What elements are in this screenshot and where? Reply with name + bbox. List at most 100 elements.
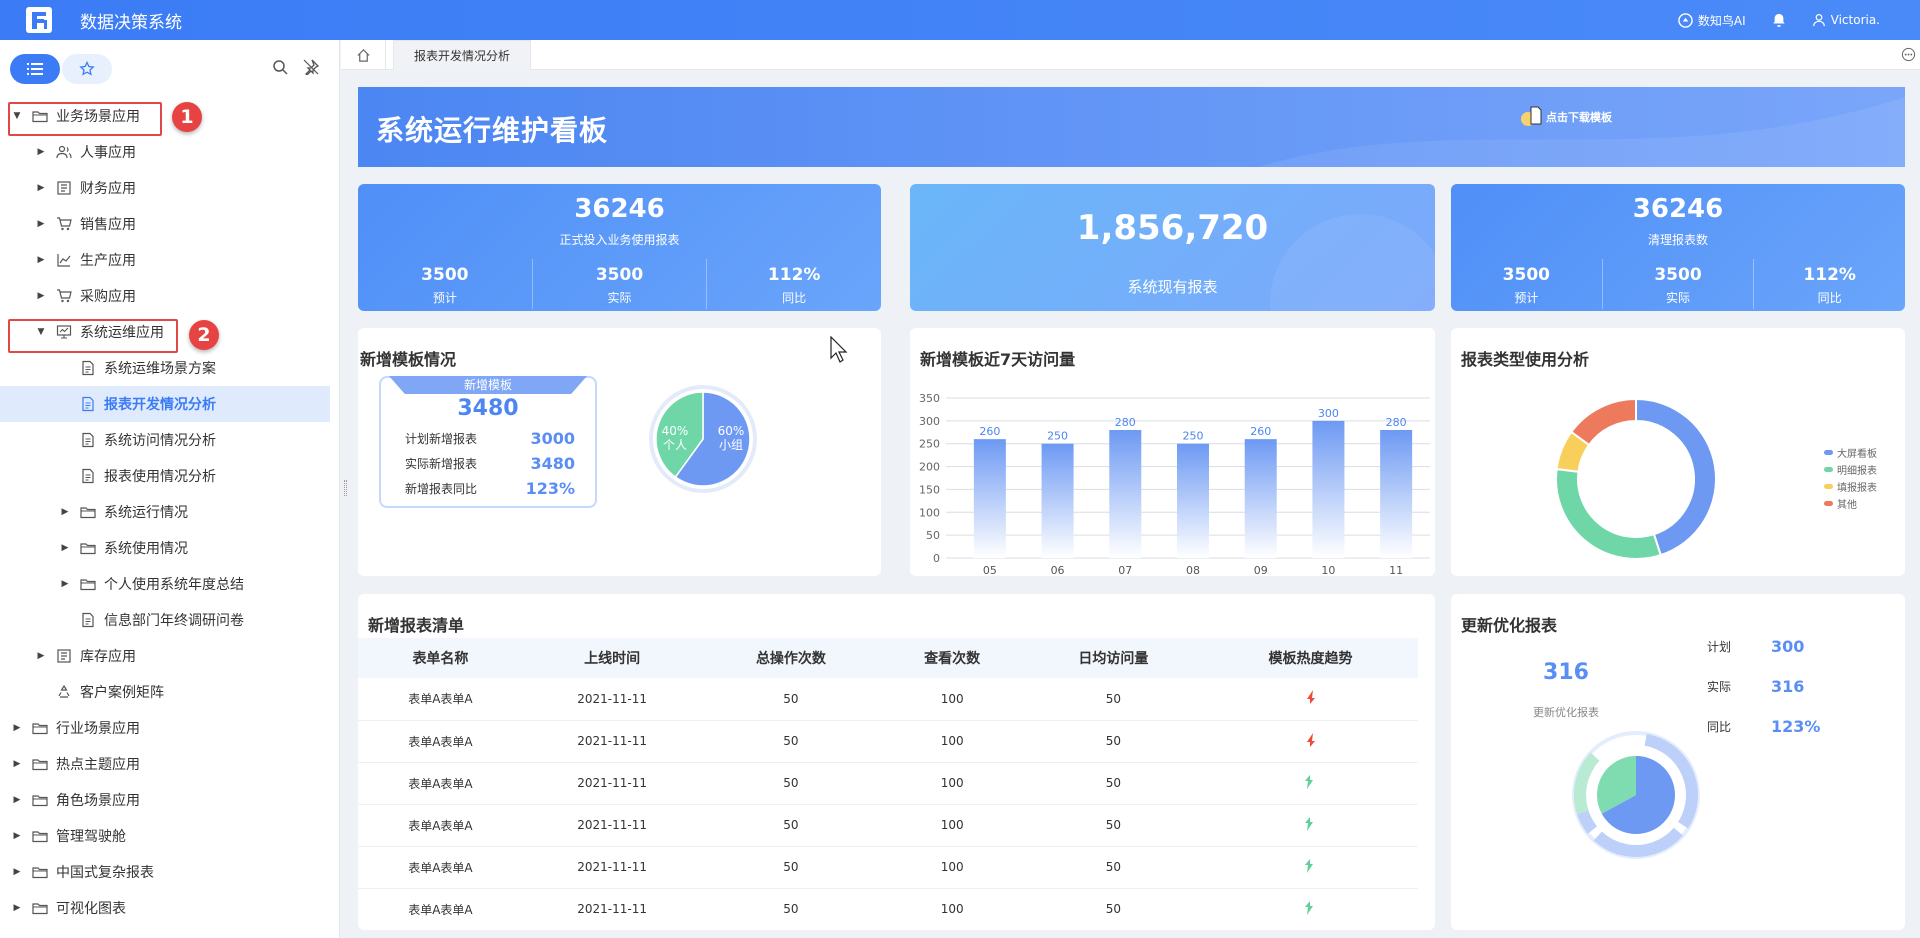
sidebar-item-8[interactable]: 报表开发情况分析 (0, 386, 330, 422)
collapsed-arrow-icon[interactable]: ▶ (12, 723, 22, 733)
download-template-button[interactable]: 点击下载模板 (1520, 105, 1612, 129)
user-menu[interactable]: Victoria. (1812, 13, 1880, 27)
donut-slice[interactable] (1569, 397, 1637, 447)
template-owner-pie: 40%个人 60%小组 (649, 385, 757, 493)
sidebar-item-16[interactable]: 客户案例矩阵 (0, 674, 330, 710)
visits-card: 新增模板近7天访问量 0 50 100 150 200 250 300 350 260 05 250… (910, 328, 1435, 576)
collapsed-arrow-icon[interactable]: ▶ (36, 651, 46, 661)
folder-icon (32, 720, 48, 736)
sidebar-item-15[interactable]: ▶ 库存应用 (0, 638, 330, 674)
highlight-box-1 (8, 102, 162, 136)
user-name: Victoria. (1830, 13, 1880, 27)
table-row[interactable]: 表单A表单A 2021-11-11 50 100 50 (358, 846, 1418, 889)
sidebar-item-13[interactable]: ▶ 个人使用系统年度总结 (0, 566, 330, 602)
legend-item[interactable]: 其他 (1824, 495, 1877, 512)
collapsed-arrow-icon[interactable]: ▶ (60, 507, 70, 517)
cell-views: 100 (880, 888, 1024, 930)
collapsed-arrow-icon[interactable]: ▶ (12, 867, 22, 877)
favorites-tab-button[interactable] (62, 54, 112, 84)
donut-slice[interactable] (1635, 397, 1717, 557)
sidebar-item-label: 热点主题应用 (56, 757, 140, 773)
sidebar-item-22[interactable]: ▶ 可视化图表 (0, 890, 330, 926)
search-icon[interactable] (272, 59, 288, 75)
collapsed-arrow-icon[interactable]: ▶ (12, 795, 22, 805)
table-row[interactable]: 表单A表单A 2021-11-11 50 100 50 (358, 888, 1418, 930)
pin-icon[interactable] (303, 59, 319, 75)
collapsed-arrow-icon[interactable]: ▶ (60, 543, 70, 553)
people-icon (56, 144, 72, 160)
sidebar-item-1[interactable]: ▶ 人事应用 (0, 134, 330, 170)
bar[interactable] (1312, 420, 1345, 558)
update-value: 316 (1543, 660, 1589, 685)
kpi-yoy-label: 同比 (782, 291, 807, 305)
collapsed-arrow-icon[interactable]: ▶ (36, 183, 46, 193)
table-row[interactable]: 表单A表单A 2021-11-11 50 100 50 (358, 804, 1418, 847)
collapsed-arrow-icon[interactable]: ▶ (60, 579, 70, 589)
report-icon (80, 432, 96, 448)
kpi-card-existing-reports: 1,856,720 系统现有报表 (910, 184, 1435, 311)
bar[interactable] (1109, 430, 1142, 558)
sidebar-item-5[interactable]: ▶ 采购应用 (0, 278, 330, 314)
sidebar-item-18[interactable]: ▶ 热点主题应用 (0, 746, 330, 782)
sidebar-item-17[interactable]: ▶ 行业场景应用 (0, 710, 330, 746)
sidebar-item-12[interactable]: ▶ 系统使用情况 (0, 530, 330, 566)
x-tick-label: 09 (1254, 564, 1268, 576)
collapsed-arrow-icon[interactable]: ▶ (12, 759, 22, 769)
table-row[interactable]: 表单A表单A 2021-11-11 50 100 50 (358, 678, 1418, 721)
directory-tab-button[interactable] (10, 54, 60, 84)
app-logo[interactable] (24, 5, 54, 35)
collapsed-arrow-icon[interactable]: ▶ (12, 831, 22, 841)
sidebar-item-19[interactable]: ▶ 角色场景应用 (0, 782, 330, 818)
legend-swatch (1824, 501, 1833, 506)
sidebar-item-7[interactable]: 系统运维场景方案 (0, 350, 330, 386)
folder-icon (32, 900, 48, 916)
notification-button[interactable] (1772, 13, 1786, 27)
report-type-card: 报表类型使用分析 大屏看板 明细报表 填报报表 其他 (1451, 328, 1905, 576)
sidebar-item-label: 角色场景应用 (56, 793, 140, 809)
sidebar-item-label: 可视化图表 (56, 901, 126, 917)
collapsed-arrow-icon[interactable]: ▶ (12, 903, 22, 913)
donut-slice[interactable] (1555, 467, 1662, 560)
sidebar-item-20[interactable]: ▶ 管理驾驶舱 (0, 818, 330, 854)
card-title: 报表类型使用分析 (1461, 350, 1590, 369)
sidebar-item-21[interactable]: ▶ 中国式复杂报表 (0, 854, 330, 890)
legend-item[interactable]: 大屏看板 (1824, 444, 1877, 461)
home-tab[interactable] (341, 40, 386, 70)
sidebar-item-3[interactable]: ▶ 销售应用 (0, 206, 330, 242)
pie-label: 个人 (663, 438, 687, 452)
bar[interactable] (1380, 430, 1413, 558)
collapsed-arrow-icon[interactable]: ▶ (36, 291, 46, 301)
sidebar-item-9[interactable]: 系统访问情况分析 (0, 422, 330, 458)
cell-ops: 50 (701, 762, 881, 805)
bar[interactable] (1244, 439, 1277, 558)
ai-assistant-button[interactable]: 数知鸟AI (1678, 12, 1746, 29)
collapsed-arrow-icon[interactable]: ▶ (36, 255, 46, 265)
tab-report-development[interactable]: 报表开发情况分析 (393, 40, 532, 70)
legend-item[interactable]: 填报报表 (1824, 478, 1877, 495)
x-tick-label: 08 (1186, 564, 1200, 576)
sidebar-item-11[interactable]: ▶ 系统运行情况 (0, 494, 330, 530)
cell-name: 表单A表单A (358, 888, 523, 930)
sidebar-item-2[interactable]: ▶ 财务应用 (0, 170, 330, 206)
sidebar-item-10[interactable]: 报表使用情况分析 (0, 458, 330, 494)
sidebar-item-14[interactable]: 信息部门年终调研问卷 (0, 602, 330, 638)
bar[interactable] (973, 439, 1006, 558)
sidebar-item-label: 人事应用 (80, 145, 136, 161)
more-icon[interactable] (1901, 47, 1916, 62)
sidebar-item-4[interactable]: ▶ 生产应用 (0, 242, 330, 278)
bar[interactable] (1177, 443, 1209, 558)
bar[interactable] (1041, 443, 1074, 558)
table-row[interactable]: 表单A表单A 2021-11-11 50 100 50 (358, 762, 1418, 805)
collapsed-arrow-icon[interactable]: ▶ (36, 219, 46, 229)
x-tick-label: 07 (1118, 564, 1132, 576)
table-row[interactable]: 表单A表单A 2021-11-11 50 100 50 (358, 720, 1418, 763)
dashboard: 系统运行维护看板 点击下载模板 36246 正式投入业务使用报表 3500 预计 … (341, 70, 1920, 938)
sidebar-resize-handle[interactable] (344, 480, 347, 496)
cell-name: 表单A表单A (358, 846, 523, 889)
bar-value-label: 260 (1250, 425, 1271, 438)
sidebar-item-label: 库存应用 (80, 649, 136, 665)
y-tick-label: 50 (926, 529, 940, 542)
cell-ops: 50 (701, 888, 881, 930)
legend-item[interactable]: 明细报表 (1824, 461, 1877, 478)
collapsed-arrow-icon[interactable]: ▶ (36, 147, 46, 157)
